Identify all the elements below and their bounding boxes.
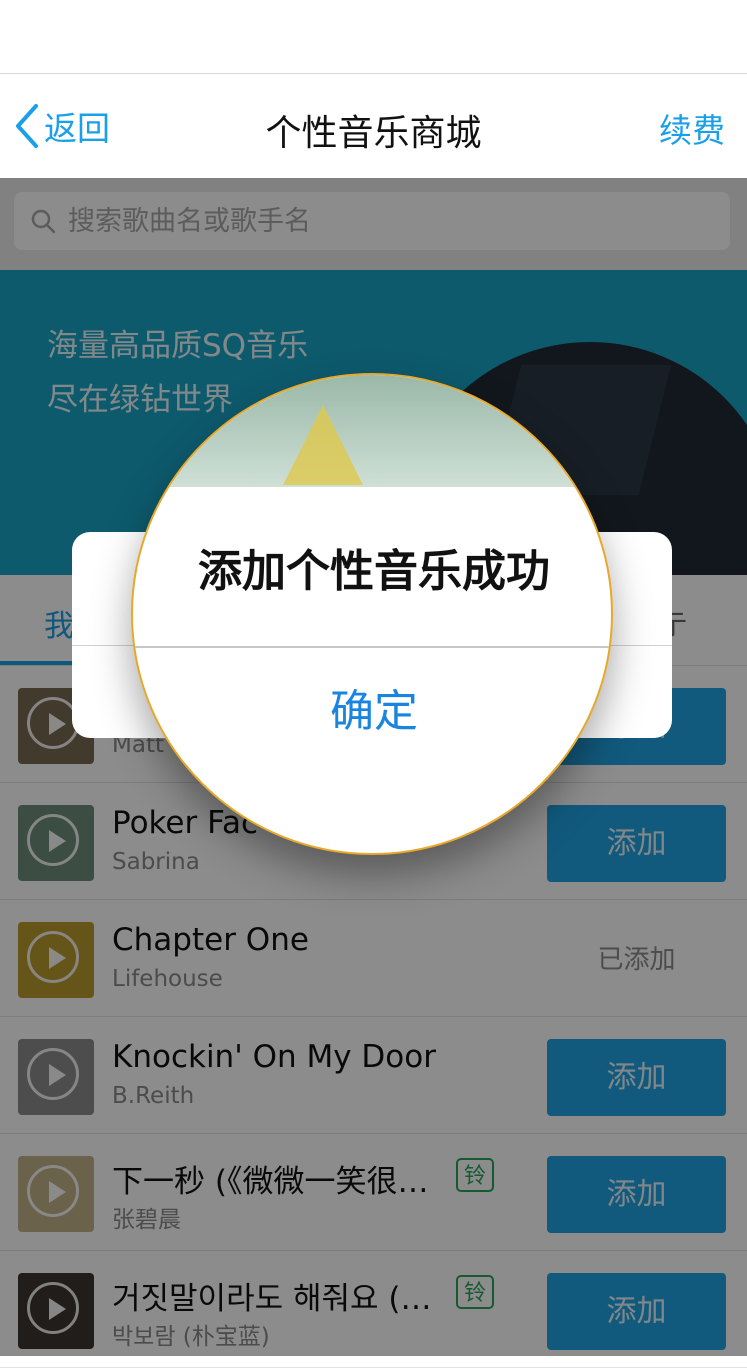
lightning-icon [283, 405, 363, 485]
renew-button[interactable]: 续费 [659, 104, 725, 152]
page-title: 个性音乐商城 [265, 113, 482, 154]
magnified-confirm-button[interactable]: 确定 [133, 675, 611, 739]
navigation-bar: 返回 个性音乐商城 续费 [0, 74, 747, 178]
status-bar [0, 0, 747, 74]
magnified-divider [133, 646, 611, 648]
magnifier-callout: 添加个性音乐成功 确定 [131, 373, 613, 855]
magnified-dialog-message: 添加个性音乐成功 [198, 546, 550, 597]
magnified-banner [133, 375, 611, 487]
